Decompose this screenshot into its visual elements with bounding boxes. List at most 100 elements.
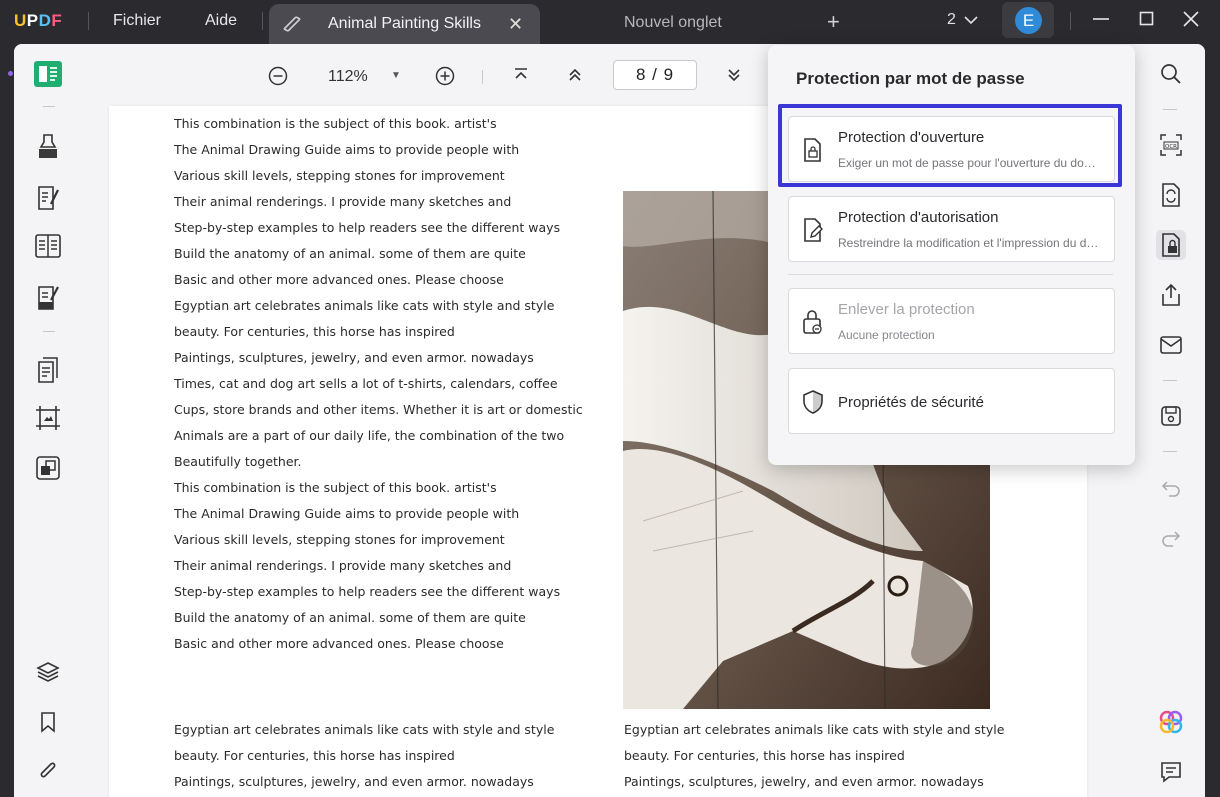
zoom-out-icon[interactable] (268, 66, 288, 91)
option-title: Enlever la protection (838, 301, 975, 318)
right-toolbar: OCR (1135, 44, 1205, 797)
tab-active[interactable]: Animal Painting Skills ✕ (269, 4, 540, 44)
next-page-icon[interactable] (725, 66, 743, 89)
undo-icon[interactable] (1156, 473, 1186, 503)
reader-mode-icon[interactable] (33, 59, 63, 89)
layers-icon[interactable] (33, 657, 63, 687)
search-icon[interactable] (1156, 59, 1186, 89)
password-protection-panel: Protection par mot de passe Protection d… (768, 45, 1135, 465)
chevron-down-icon[interactable] (962, 11, 980, 34)
text-line: The Animal Drawing Guide aims to provide… (174, 506, 520, 521)
text-line: Cups, store brands and other items. Whet… (174, 402, 583, 417)
text-line: Paintings, sculptures, jewelry, and even… (624, 774, 984, 789)
account-button[interactable]: E (1002, 2, 1054, 38)
attachment-icon[interactable] (33, 757, 63, 787)
text-line: Build the anatomy of an animal. some of … (174, 610, 526, 625)
permission-protection-option[interactable]: Protection d'autorisation Restreindre la… (788, 196, 1115, 262)
ai-assistant-icon[interactable] (1156, 707, 1186, 737)
comment-icon[interactable] (1156, 757, 1186, 787)
indicator-dot (8, 71, 13, 76)
text-line: Basic and other more advanced ones. Plea… (174, 636, 504, 651)
security-properties-option[interactable]: Propriétés de sécurité (788, 368, 1115, 434)
text-line: Egyptian art celebrates animals like cat… (174, 298, 555, 313)
divider (43, 106, 55, 107)
text-line: Animals are a part of our daily life, th… (174, 428, 565, 443)
unlock-icon (801, 309, 825, 340)
text-line: Various skill levels, stepping stones fo… (174, 532, 505, 547)
text-line: Build the anatomy of an animal. some of … (174, 246, 526, 261)
text-line: Their animal renderings. I provide many … (174, 194, 512, 209)
remove-protection-option[interactable]: Enlever la protection Aucune protection (788, 288, 1115, 354)
text-line: This combination is the subject of this … (174, 480, 497, 495)
organize-pages-icon[interactable] (33, 355, 63, 385)
first-page-icon[interactable] (512, 66, 530, 89)
form-edit-icon[interactable] (33, 282, 63, 312)
page-layout-icon[interactable] (33, 231, 63, 261)
document-tab-icon (281, 14, 303, 39)
doc-edit-icon (801, 217, 825, 248)
text-line: Various skill levels, stepping stones fo… (174, 168, 505, 183)
text-column-bottom-right: Egyptian art celebrates animals like cat… (624, 717, 1004, 795)
option-title: Propriétés de sécurité (838, 394, 984, 411)
text-line: beauty. For centuries, this horse has in… (624, 748, 905, 763)
zoom-in-icon[interactable] (435, 66, 455, 91)
convert-icon[interactable] (1156, 180, 1186, 210)
page-total: 9 (663, 65, 675, 84)
watermark-icon[interactable] (33, 453, 63, 483)
option-description: Aucune protection (838, 328, 935, 342)
panel-title: Protection par mot de passe (796, 69, 1025, 88)
divider (43, 331, 55, 332)
divider (262, 12, 263, 30)
close-window-icon[interactable] (1182, 10, 1200, 33)
highlighter-icon[interactable] (33, 131, 63, 161)
text-line: Beautifully together. (174, 454, 302, 469)
tab-title: Animal Painting Skills (328, 15, 481, 32)
minimize-icon[interactable] (1092, 10, 1110, 33)
divider (1070, 12, 1071, 30)
text-line: The Animal Drawing Guide aims to provide… (174, 142, 520, 157)
selection-highlight (778, 104, 1122, 187)
text-column-bottom-left: Egyptian art celebrates animals like cat… (174, 717, 554, 795)
bookmark-icon[interactable] (33, 707, 63, 737)
edit-text-icon[interactable] (33, 183, 63, 213)
page-current[interactable]: 8 (636, 65, 646, 84)
text-line: Basic and other more advanced ones. Plea… (174, 272, 504, 287)
updf-logo[interactable]: UPDF (14, 11, 62, 31)
text-column-left: This combination is the subject of this … (174, 111, 583, 657)
add-tab-icon[interactable]: + (827, 9, 840, 35)
divider (88, 12, 89, 30)
protect-icon[interactable] (1156, 230, 1186, 260)
save-icon[interactable] (1156, 401, 1186, 431)
left-toolbar (14, 44, 84, 797)
text-line: Egyptian art celebrates animals like cat… (624, 722, 1005, 737)
close-tab-icon[interactable]: ✕ (508, 14, 523, 35)
zoom-dropdown-icon[interactable]: ▼ (391, 70, 401, 81)
maximize-icon[interactable] (1138, 10, 1156, 33)
tab-new[interactable]: Nouvel onglet (624, 14, 722, 32)
tab-count[interactable]: 2 (947, 11, 956, 29)
divider (1163, 380, 1177, 381)
divider (1163, 451, 1177, 452)
divider (788, 274, 1113, 275)
option-description: Restreindre la modification et l'impress… (838, 236, 1100, 250)
redo-icon[interactable] (1156, 523, 1186, 553)
text-line: Paintings, sculptures, jewelry, and even… (174, 350, 534, 365)
text-line: beauty. For centuries, this horse has in… (174, 324, 455, 339)
text-line: Step-by-step examples to help readers se… (174, 584, 561, 599)
menu-aide[interactable]: Aide (205, 12, 237, 30)
page-indicator[interactable]: 8 / 9 (613, 60, 697, 90)
shield-icon (801, 389, 825, 420)
crop-icon[interactable] (33, 403, 63, 433)
text-line: Step-by-step examples to help readers se… (174, 220, 561, 235)
menu-fichier[interactable]: Fichier (113, 12, 161, 30)
zoom-level[interactable]: 112% (328, 68, 368, 86)
svg-text:OCR: OCR (1165, 144, 1177, 150)
share-icon[interactable] (1156, 280, 1186, 310)
previous-page-icon[interactable] (566, 66, 584, 89)
option-title: Protection d'autorisation (838, 209, 999, 226)
email-icon[interactable] (1156, 330, 1186, 360)
text-line: Egyptian art celebrates animals like cat… (174, 722, 555, 737)
ocr-icon[interactable]: OCR (1156, 130, 1186, 160)
divider (482, 70, 483, 84)
text-line: beauty. For centuries, this horse has in… (174, 748, 455, 763)
